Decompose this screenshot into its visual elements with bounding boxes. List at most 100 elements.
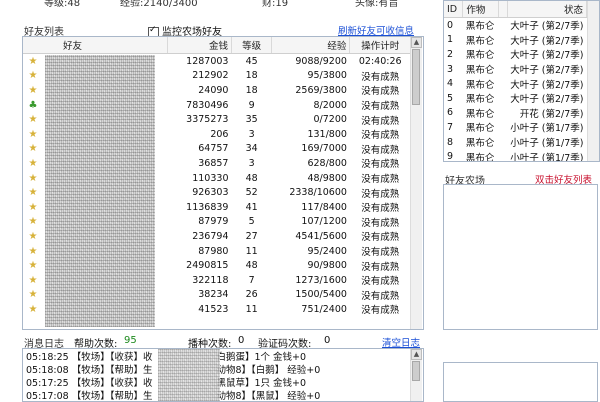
star-icon: ★ [28, 172, 38, 184]
land-state: 大叶子 (第2/7季) [510, 21, 584, 33]
friend-timer: 没有成熟 [361, 261, 400, 273]
star-icon: ★ [28, 260, 38, 272]
land-row[interactable]: 8 黑布仑 小叶子 (第1/7季) [444, 135, 587, 150]
friend-exp: 1273/1600 [295, 274, 347, 286]
friend-timer: 没有成熟 [361, 71, 400, 83]
friend-money: 41523 [198, 303, 229, 315]
land-row[interactable]: 9 黑布仑 小叶子 (第1/7季) [444, 149, 587, 162]
friend-exp: 8/2000 [313, 99, 347, 111]
land-state: 大叶子 (第2/7季) [510, 79, 584, 91]
land-state: 大叶子 (第2/7季) [510, 50, 584, 62]
friend-level: 11 [245, 245, 258, 257]
land-row[interactable]: 1 黑布仑 大叶子 (第2/7季) [444, 33, 587, 48]
land-col-id[interactable]: ID [444, 1, 464, 18]
friend-exp: 2338/10600 [289, 187, 347, 199]
log-tail: 白鹅蛋】1个 金钱+0 [216, 352, 307, 363]
land-crop: 黑布仑 [465, 138, 495, 150]
land-row[interactable]: 2 黑布仑 大叶子 (第2/7季) [444, 47, 587, 62]
friend-list-panel: 好友列表 监控农场好友 刷新好友可收信息 好友 金钱 等级 经验 操作计时 ★1… [22, 20, 427, 330]
clear-log-link[interactable]: 清空日志 [382, 335, 420, 349]
friend-money: 110330 [192, 172, 229, 184]
help-count-value: 95 [124, 335, 137, 346]
friend-exp: 90/9800 [307, 260, 347, 272]
friend-exp: 9088/9200 [295, 55, 347, 67]
friend-exp: 1500/5400 [295, 289, 347, 301]
col-friend[interactable]: 好友 [23, 37, 169, 54]
land-id: 8 [447, 136, 454, 148]
land-row[interactable]: 0 黑布仑 大叶子 (第2/7季) [444, 18, 587, 33]
friend-table-header: 好友 金钱 等级 经验 操作计时 [23, 37, 411, 54]
friend-money: 212902 [192, 70, 229, 82]
land-row[interactable]: 6 黑布仑 开花 (第2/7季) [444, 106, 587, 121]
col-timer[interactable]: 操作计时 [349, 37, 411, 54]
land-crop: 黑布仑 [465, 123, 495, 135]
friend-level: 27 [245, 230, 258, 242]
friend-timer: 没有成熟 [361, 203, 400, 215]
log-text: 【牧场】【收获】收 [71, 352, 153, 363]
land-id: 6 [447, 107, 454, 119]
land-row[interactable]: 5 黑布仑 大叶子 (第2/7季) [444, 91, 587, 106]
log-tail: 动物8】【黑鼠】 经验+0 [216, 391, 321, 402]
land-col-state[interactable]: 状态 [507, 1, 588, 18]
land-col-crop[interactable]: 作物 [462, 1, 500, 18]
top-misc-text: 财:19 [262, 0, 289, 9]
friend-exp: 4541/5600 [295, 230, 347, 242]
col-money[interactable]: 金钱 [167, 37, 232, 54]
sow-count-value: 0 [238, 335, 245, 346]
friend-timer: 没有成熟 [361, 188, 400, 200]
land-crop: 黑布仑 [465, 35, 495, 47]
log-text: 【牧场】【收获】收 [71, 378, 153, 389]
land-table-body: 0 黑布仑 大叶子 (第2/7季) 1 黑布仑 大叶子 (第2/7季) 2 黑布仑 大叶子 (第… [444, 18, 587, 162]
friend-exp: 0/7200 [313, 114, 347, 126]
friend-exp: 95/3800 [307, 70, 347, 82]
land-table: ID 作物 状态 0 黑布仑 大叶子 (第2/7季) 1 黑布仑 大叶子 (第2/7季) 2… [444, 1, 588, 162]
star-icon: ★ [28, 84, 38, 96]
friend-timer: 没有成熟 [361, 115, 400, 127]
friend-timer: 没有成熟 [361, 217, 400, 229]
friend-level: 26 [245, 289, 258, 301]
star-icon: ★ [28, 157, 38, 169]
land-state: 大叶子 (第2/7季) [510, 65, 584, 77]
land-state: 小叶子 (第1/7季) [510, 138, 584, 150]
friend-money: 36857 [198, 157, 229, 169]
log-time: 05:18:08 [26, 365, 69, 376]
friend-money: 236794 [192, 230, 229, 242]
friend-money: 64757 [198, 143, 229, 155]
friend-timer: 没有成熟 [361, 86, 400, 98]
scroll-thumb[interactable] [412, 49, 420, 105]
friend-exp: 628/800 [307, 157, 347, 169]
star-icon: ★ [28, 274, 38, 286]
land-id: 0 [447, 19, 454, 31]
log-scrollbar[interactable]: ▲ [410, 349, 422, 401]
land-crop: 黑布仑 [465, 94, 495, 106]
friend-exp: 2569/3800 [295, 84, 347, 96]
star-icon: ★ [28, 70, 38, 82]
friend-exp: 131/800 [307, 128, 347, 140]
scroll-up-icon[interactable]: ▲ [411, 37, 422, 48]
friend-level: 5 [248, 216, 255, 228]
col-exp[interactable]: 经验 [271, 37, 351, 54]
log-scroll-up-icon[interactable]: ▲ [411, 349, 422, 360]
refresh-friends-link[interactable]: 刷新好友可收信息 [338, 23, 414, 37]
friend-farm-panel: 好友农场 双击好友列表 [443, 170, 598, 330]
bottom-right-box [443, 362, 598, 402]
land-state: 大叶子 (第2/7季) [510, 35, 584, 47]
log-scroll-thumb[interactable] [412, 361, 420, 381]
land-id: 3 [447, 63, 454, 75]
land-row[interactable]: 4 黑布仑 大叶子 (第2/7季) [444, 76, 587, 91]
friend-list-scrollbar[interactable]: ▲ [410, 37, 422, 329]
friend-money: 1136839 [186, 201, 229, 213]
friend-level: 3 [248, 128, 255, 140]
col-level[interactable]: 等级 [231, 37, 273, 54]
land-row[interactable]: 3 黑布仑 大叶子 (第2/7季) [444, 62, 587, 77]
land-crop: 黑布仑 [465, 152, 495, 162]
friend-money: 2490815 [186, 260, 229, 272]
land-scrollbar[interactable] [587, 1, 599, 161]
land-row[interactable]: 7 黑布仑 小叶子 (第1/7季) [444, 120, 587, 135]
friend-level: 34 [245, 143, 258, 155]
land-col-blank[interactable] [498, 1, 508, 18]
log-time: 05:17:25 [26, 378, 69, 389]
friend-farm-box [443, 184, 598, 330]
friend-money: 7830496 [186, 99, 229, 111]
friend-exp: 48/9800 [307, 172, 347, 184]
